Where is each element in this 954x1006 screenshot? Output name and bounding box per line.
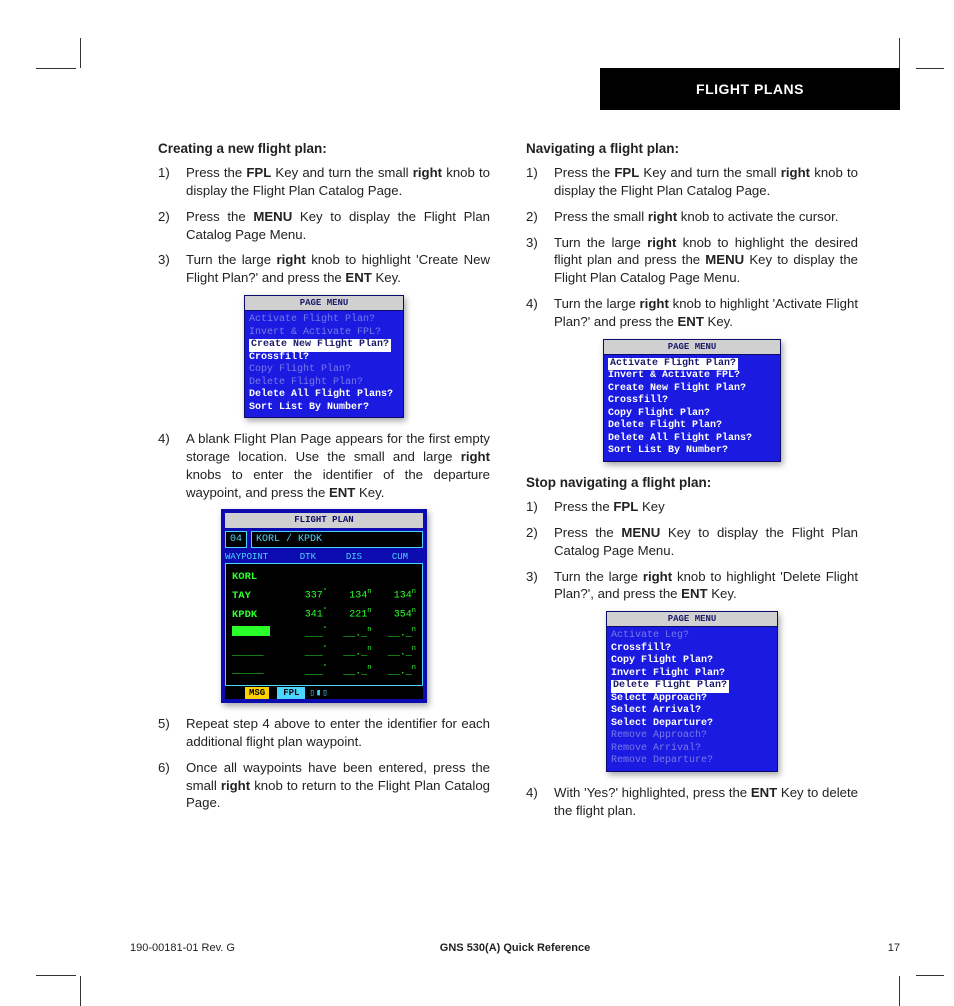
heading-navigate: Navigating a flight plan: <box>526 140 858 158</box>
section-header: FLIGHT PLANS <box>600 68 900 110</box>
page-footer: 190-00181-01 Rev. G GNS 530(A) Quick Ref… <box>130 942 900 954</box>
heading-create: Creating a new flight plan: <box>158 140 490 158</box>
step-num: 1) <box>158 164 186 200</box>
screenshot-page-menu-activate: PAGE MENU Activate Flight Plan? Invert &… <box>603 339 781 462</box>
right-column: Navigating a flight plan: 1) Press the F… <box>526 140 858 827</box>
screenshot-page-menu-delete: PAGE MENU Activate Leg? Crossfill? Copy … <box>606 611 778 772</box>
doc-title: GNS 530(A) Quick Reference <box>130 942 900 954</box>
left-column: Creating a new flight plan: 1) Press the… <box>158 140 490 827</box>
heading-stop: Stop navigating a flight plan: <box>526 474 858 492</box>
screenshot-page-menu-create: PAGE MENU Activate Flight Plan? Invert &… <box>244 295 404 418</box>
screenshot-flight-plan: FLIGHT PLAN 04 KORL / KPDK WAYPOINTDTKDI… <box>221 509 427 703</box>
step-text: Press the FPL Key and turn the small rig… <box>186 164 490 200</box>
